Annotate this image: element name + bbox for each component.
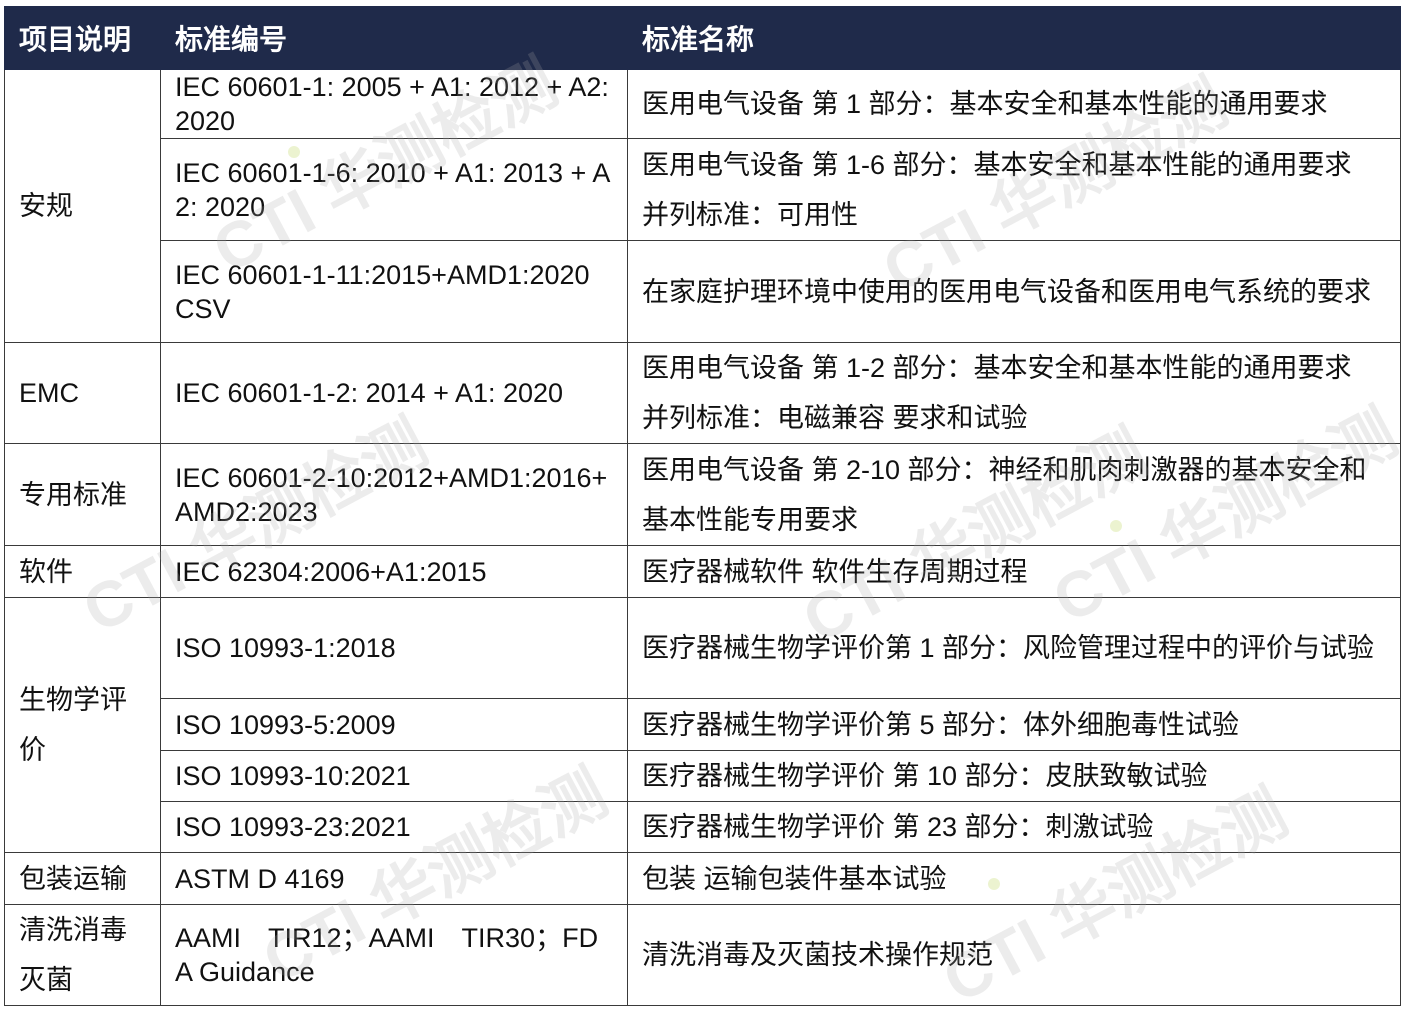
standard-number-cell: IEC 60601-1-11:2015+AMD1:2020 CSV [160, 240, 628, 343]
table-row: ISO 10993-10:2021 医疗器械生物学评价 第 10 部分：皮肤致敏… [5, 750, 1401, 802]
standard-name-cell: 医疗器械生物学评价第 5 部分：体外细胞毒性试验 [627, 698, 1401, 751]
standard-number-cell: ISO 10993-23:2021 [160, 801, 628, 853]
standard-number-cell: IEC 60601-1-2: 2014 + A1: 2020 [160, 342, 628, 444]
table-row: 专用标准 IEC 60601-2-10:2012+AMD1:2016+AMD2:… [4, 443, 1401, 546]
standard-name-cell: 医用电气设备 第 1 部分：基本安全和基本性能的通用要求 [627, 69, 1401, 139]
standard-number-cell: ISO 10993-10:2021 [160, 750, 628, 802]
standards-document: 项目说明 标准编号 标准名称 安规 IEC 60601-1: 2005 + A1… [4, 6, 1404, 1017]
header-standard-number: 标准编号 [160, 6, 628, 70]
table-row: IEC 60601-1-6: 2010 + A1: 2013 + A2: 202… [5, 138, 1401, 241]
category-cell: 生物学评价 [4, 597, 161, 853]
standard-name-cell: 医用电气设备 第 2-10 部分：神经和肌肉刺激器的基本安全和基本性能专用要求 [627, 443, 1401, 546]
standard-number-cell: IEC 60601-2-10:2012+AMD1:2016+AMD2:2023 [160, 443, 628, 546]
table-header-row: 项目说明 标准编号 标准名称 [4, 6, 1401, 70]
standard-name-cell: 医疗器械生物学评价 第 10 部分：皮肤致敏试验 [627, 750, 1401, 802]
category-cell: 专用标准 [4, 443, 161, 546]
category-cell: EMC [4, 342, 161, 444]
standard-name-cell: 医疗器械软件 软件生存周期过程 [627, 545, 1401, 598]
table-row: 安规 IEC 60601-1: 2005 + A1: 2012 + A2: 20… [4, 69, 1401, 343]
table-row: IEC 60601-1-11:2015+AMD1:2020 CSV 在家庭护理环… [5, 240, 1401, 343]
standard-number-cell: IEC 60601-1: 2005 + A1: 2012 + A2: 2020 [160, 69, 628, 139]
standard-name-cell: 在家庭护理环境中使用的医用电气设备和医用电气系统的要求 [627, 240, 1401, 343]
standard-number-cell: IEC 62304:2006+A1:2015 [160, 545, 628, 598]
table-row: EMC IEC 60601-1-2: 2014 + A1: 2020 医用电气设… [4, 342, 1401, 444]
standards-table: 项目说明 标准编号 标准名称 安规 IEC 60601-1: 2005 + A1… [4, 6, 1401, 1006]
table-row: 包装运输 ASTM D 4169 包装 运输包装件基本试验 [4, 852, 1401, 905]
standard-number-cell: ASTM D 4169 [160, 852, 628, 905]
standard-name-cell: 医用电气设备 第 1-2 部分：基本安全和基本性能的通用要求 并列标准：电磁兼容… [627, 342, 1401, 444]
category-cell: 软件 [4, 545, 161, 598]
category-cell: 包装运输 [4, 852, 161, 905]
standard-name-cell: 医疗器械生物学评价第 1 部分：风险管理过程中的评价与试验 [627, 597, 1401, 699]
table-row: ISO 10993-5:2009 医疗器械生物学评价第 5 部分：体外细胞毒性试… [5, 698, 1401, 751]
header-category: 项目说明 [4, 6, 161, 70]
standard-number-cell: ISO 10993-1:2018 [160, 597, 628, 699]
table-row: 生物学评价 ISO 10993-1:2018 医疗器械生物学评价第 1 部分：风… [4, 597, 1401, 853]
category-cell: 清洗消毒灭菌 [4, 904, 161, 1006]
standard-number-cell: ISO 10993-5:2009 [160, 698, 628, 751]
standard-name-cell: 清洗消毒及灭菌技术操作规范 [627, 904, 1401, 1006]
standard-name-cell: 包装 运输包装件基本试验 [627, 852, 1401, 905]
category-cell: 安规 [4, 69, 161, 343]
standard-number-cell: IEC 60601-1-6: 2010 + A1: 2013 + A2: 202… [160, 138, 628, 241]
table-row: 清洗消毒灭菌 AAMI TIR12；AAMI TIR30；FDA Guidanc… [4, 904, 1401, 1006]
header-standard-name: 标准名称 [627, 6, 1401, 70]
table-row: ISO 10993-23:2021 医疗器械生物学评价 第 23 部分：刺激试验 [5, 801, 1401, 853]
standard-name-cell: 医用电气设备 第 1-6 部分：基本安全和基本性能的通用要求 并列标准：可用性 [627, 138, 1401, 241]
table-row: 软件 IEC 62304:2006+A1:2015 医疗器械软件 软件生存周期过… [4, 545, 1401, 598]
standard-number-cell: AAMI TIR12；AAMI TIR30；FDA Guidance [160, 904, 628, 1006]
standard-name-cell: 医疗器械生物学评价 第 23 部分：刺激试验 [627, 801, 1401, 853]
